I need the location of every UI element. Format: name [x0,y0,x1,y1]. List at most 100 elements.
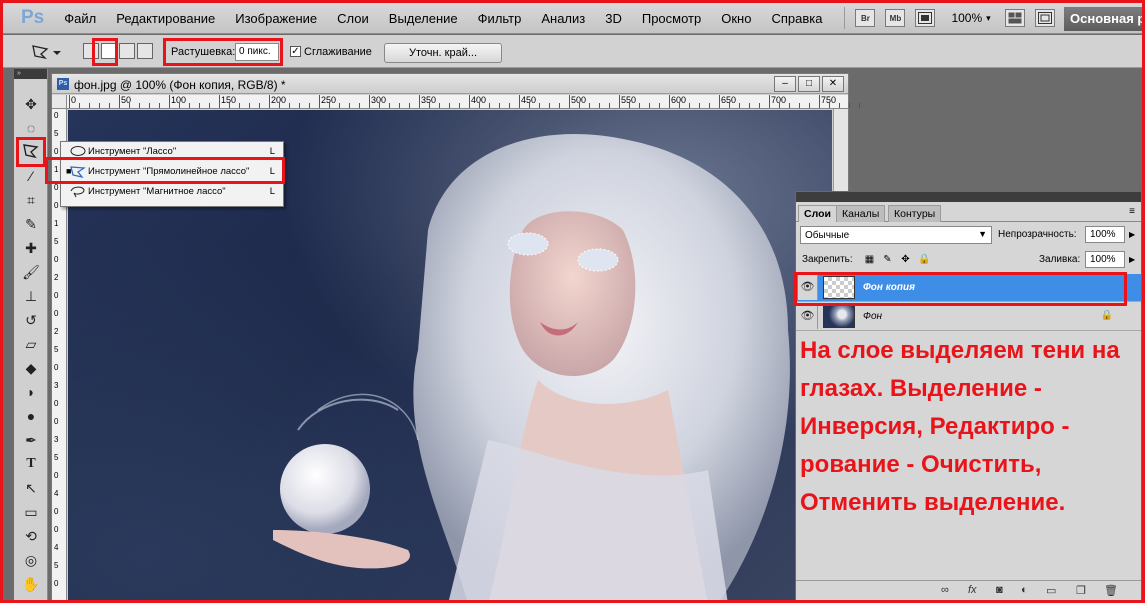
document-title-bar[interactable]: Ps фон.jpg @ 100% (Фон копия, RGB/8) * –… [52,74,848,94]
maximize-button[interactable]: □ [798,76,820,92]
flyout-shortcut: L [269,186,275,197]
crop-tool-icon[interactable]: ⌗ [20,191,42,209]
polygonal-lasso-highlight [45,157,285,184]
ruler-minor-tick [729,103,730,108]
link-layers-icon[interactable]: ∞ [941,584,949,596]
ruler-minor-tick [659,103,660,108]
zoom-level[interactable]: 100% [951,11,982,25]
layer-row-background[interactable]: 👁 Фон 🔒 [796,303,1141,331]
arrange-documents-button[interactable] [1004,9,1025,27]
menu-view[interactable]: Просмотр [642,11,701,26]
toolbox-grip[interactable]: » [14,69,47,79]
panel-header-strip[interactable] [796,192,1141,202]
panel-menu-icon[interactable]: ≡ [1129,206,1135,217]
ruler-minor-tick [309,103,310,108]
visibility-eye-icon[interactable]: 👁 [798,304,818,329]
fill-input[interactable]: 100% [1085,251,1125,268]
clone-stamp-tool-icon[interactable]: ⊥ [20,287,42,305]
eyedropper-tool-icon[interactable]: ✎ [20,215,42,233]
blend-mode-select[interactable]: Обычные ▼ [800,226,992,244]
ruler-tick [769,95,770,108]
blur-tool-icon[interactable]: ◗ [20,383,42,401]
bridge-button[interactable]: Br [855,9,876,27]
menu-filter[interactable]: Фильтр [478,11,522,26]
ruler-tick [569,95,570,108]
tab-channels[interactable]: Каналы [836,205,886,222]
antialias-checkbox[interactable]: ✓ [290,46,301,57]
3d-rotate-tool-icon[interactable]: ⟲ [20,527,42,545]
move-tool-icon[interactable]: ✥ [20,95,42,113]
ruler-minor-tick [159,103,160,108]
film-strip-icon [918,12,933,24]
ruler-tick [619,95,620,108]
path-selection-tool-icon[interactable]: ↖ [20,479,42,497]
refine-edge-button[interactable]: Уточн. край... [384,43,502,63]
lock-all-icon[interactable]: 🔒 [918,254,930,265]
menu-image[interactable]: Изображение [235,11,317,26]
flyout-item-magnetic-lasso[interactable]: Инструмент "Магнитное лассо" L [61,182,283,202]
menu-edit[interactable]: Редактирование [116,11,215,26]
menu-analysis[interactable]: Анализ [541,11,585,26]
lock-position-icon[interactable]: ✥ [900,254,911,265]
workspace-switcher[interactable]: Основная р [1064,7,1142,31]
layer-mask-icon[interactable]: ◙ [996,584,1003,596]
menu-file[interactable]: Файл [64,11,96,26]
quick-selection-tool-icon[interactable]: ⁄ [20,167,42,185]
ruler-minor-tick [759,103,760,108]
intersect-selection-mode-icon[interactable] [137,43,153,59]
view-extras-button[interactable] [915,9,936,27]
ruler-origin[interactable] [52,95,67,109]
ruler-minor-tick [579,103,580,108]
eraser-tool-icon[interactable]: ▱ [20,335,42,353]
ruler-minor-tick [109,103,110,108]
adjustment-layer-icon[interactable]: ◐ [1021,584,1028,596]
subtract-from-selection-mode-icon[interactable] [119,43,135,59]
fill-arrow-icon[interactable]: ▶ [1129,255,1135,264]
healing-brush-tool-icon[interactable]: ✚ [20,239,42,257]
delete-layer-icon[interactable]: 🗑 [1104,584,1118,597]
tab-paths[interactable]: Контуры [888,205,942,222]
fill-label: Заливка: [1039,254,1081,265]
opacity-label: Непрозрачность: [998,229,1077,240]
lock-pixels-icon[interactable]: ✎ [882,254,893,265]
tab-layers[interactable]: Слои [798,205,837,222]
brush-tool-icon[interactable]: 🖌 [20,263,42,281]
marquee-tool-icon[interactable]: ◌ [20,119,42,137]
lock-transparency-icon[interactable]: ▦ [864,254,875,265]
opacity-input[interactable]: 100% [1085,226,1125,243]
new-layer-icon[interactable]: ❐ [1076,584,1086,597]
menu-window[interactable]: Окно [721,11,751,26]
ruler-tick [669,95,670,108]
ruler-minor-tick [389,103,390,108]
menu-3d[interactable]: 3D [605,11,622,26]
zoom-dropdown-icon[interactable]: ▾ [986,13,991,24]
close-button[interactable]: ✕ [822,76,844,92]
screen-mode-button[interactable] [1034,9,1055,27]
ruler-minor-tick [629,103,630,108]
menu-layers[interactable]: Слои [337,11,369,26]
paint-bucket-tool-icon[interactable]: ◆ [20,359,42,377]
pen-tool-icon[interactable]: ✒ [20,431,42,449]
menu-select[interactable]: Выделение [389,11,458,26]
group-icon[interactable]: ▭ [1046,584,1056,597]
3d-orbit-tool-icon[interactable]: ◎ [20,551,42,569]
ruler-minor-tick [209,103,210,108]
minimize-button[interactable]: – [774,76,796,92]
layer-style-icon[interactable]: fx [968,584,977,596]
horizontal-ruler[interactable]: 0 50 100 150 200 250 300 350 400 450 500 550 600 650 7… [67,95,860,109]
ruler-label: 2 [54,327,59,336]
ruler-minor-tick [179,103,180,108]
mini-bridge-button[interactable]: Mb [885,9,906,27]
ruler-label: 4 [54,489,59,498]
shape-tool-icon[interactable]: ▭ [20,503,42,521]
type-tool-icon[interactable]: T [20,455,42,473]
ruler-minor-tick [489,103,490,108]
ruler-minor-tick [649,103,650,108]
menu-help[interactable]: Справка [771,11,822,26]
ruler-minor-tick [699,103,700,108]
history-brush-tool-icon[interactable]: ↺ [20,311,42,329]
opacity-arrow-icon[interactable]: ▶ [1129,230,1135,239]
dodge-tool-icon[interactable]: ● [20,407,42,425]
hand-tool-icon[interactable]: ✋ [20,575,42,593]
polygonal-lasso-preset-icon[interactable] [27,42,63,62]
